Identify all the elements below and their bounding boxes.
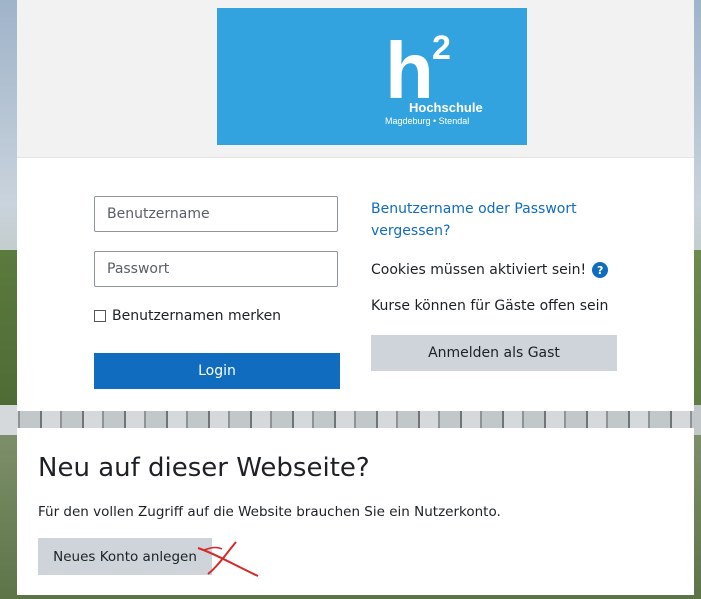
header-panel: h 2 Hochschule Magdeburg • Stendal xyxy=(17,0,694,157)
password-input[interactable] xyxy=(95,252,337,286)
signup-panel: Neu auf dieser Webseite? Für den vollen … xyxy=(17,428,694,595)
cookies-notice: Cookies müssen aktiviert sein! ? xyxy=(371,262,609,278)
logo-name: Hochschule xyxy=(409,100,483,115)
question-circle-icon[interactable]: ? xyxy=(592,262,609,278)
new-account-button[interactable]: Neues Konto anlegen xyxy=(38,538,212,575)
logo-superscript: 2 xyxy=(432,29,451,67)
university-logo: h 2 Hochschule Magdeburg • Stendal xyxy=(217,8,527,145)
guests-notice: Kurse können für Gäste offen sein xyxy=(371,298,609,314)
signup-title: Neu auf dieser Webseite? xyxy=(38,453,370,483)
remember-username[interactable]: Benutzernamen merken xyxy=(94,308,281,324)
login-button[interactable]: Login xyxy=(94,353,340,389)
username-field-wrapper xyxy=(94,196,338,232)
remember-checkbox[interactable] xyxy=(94,310,106,322)
remember-label: Benutzernamen merken xyxy=(112,308,282,324)
cookies-text: Cookies müssen aktiviert sein! xyxy=(371,262,587,278)
username-input[interactable] xyxy=(95,197,337,231)
logo-subtitle: Magdeburg • Stendal xyxy=(385,116,469,126)
guest-login-button[interactable]: Anmelden als Gast xyxy=(371,335,617,371)
login-panel: Benutzernamen merken Login Benutzername … xyxy=(17,157,694,411)
password-field-wrapper xyxy=(94,251,338,287)
signup-description: Für den vollen Zugriff auf die Website b… xyxy=(38,504,501,520)
logo-graphic: h 2 Hochschule Magdeburg • Stendal xyxy=(385,26,483,126)
forgot-password-link[interactable]: Benutzername oder Passwort vergessen? xyxy=(371,198,611,242)
red-scribble-cross xyxy=(197,541,259,577)
